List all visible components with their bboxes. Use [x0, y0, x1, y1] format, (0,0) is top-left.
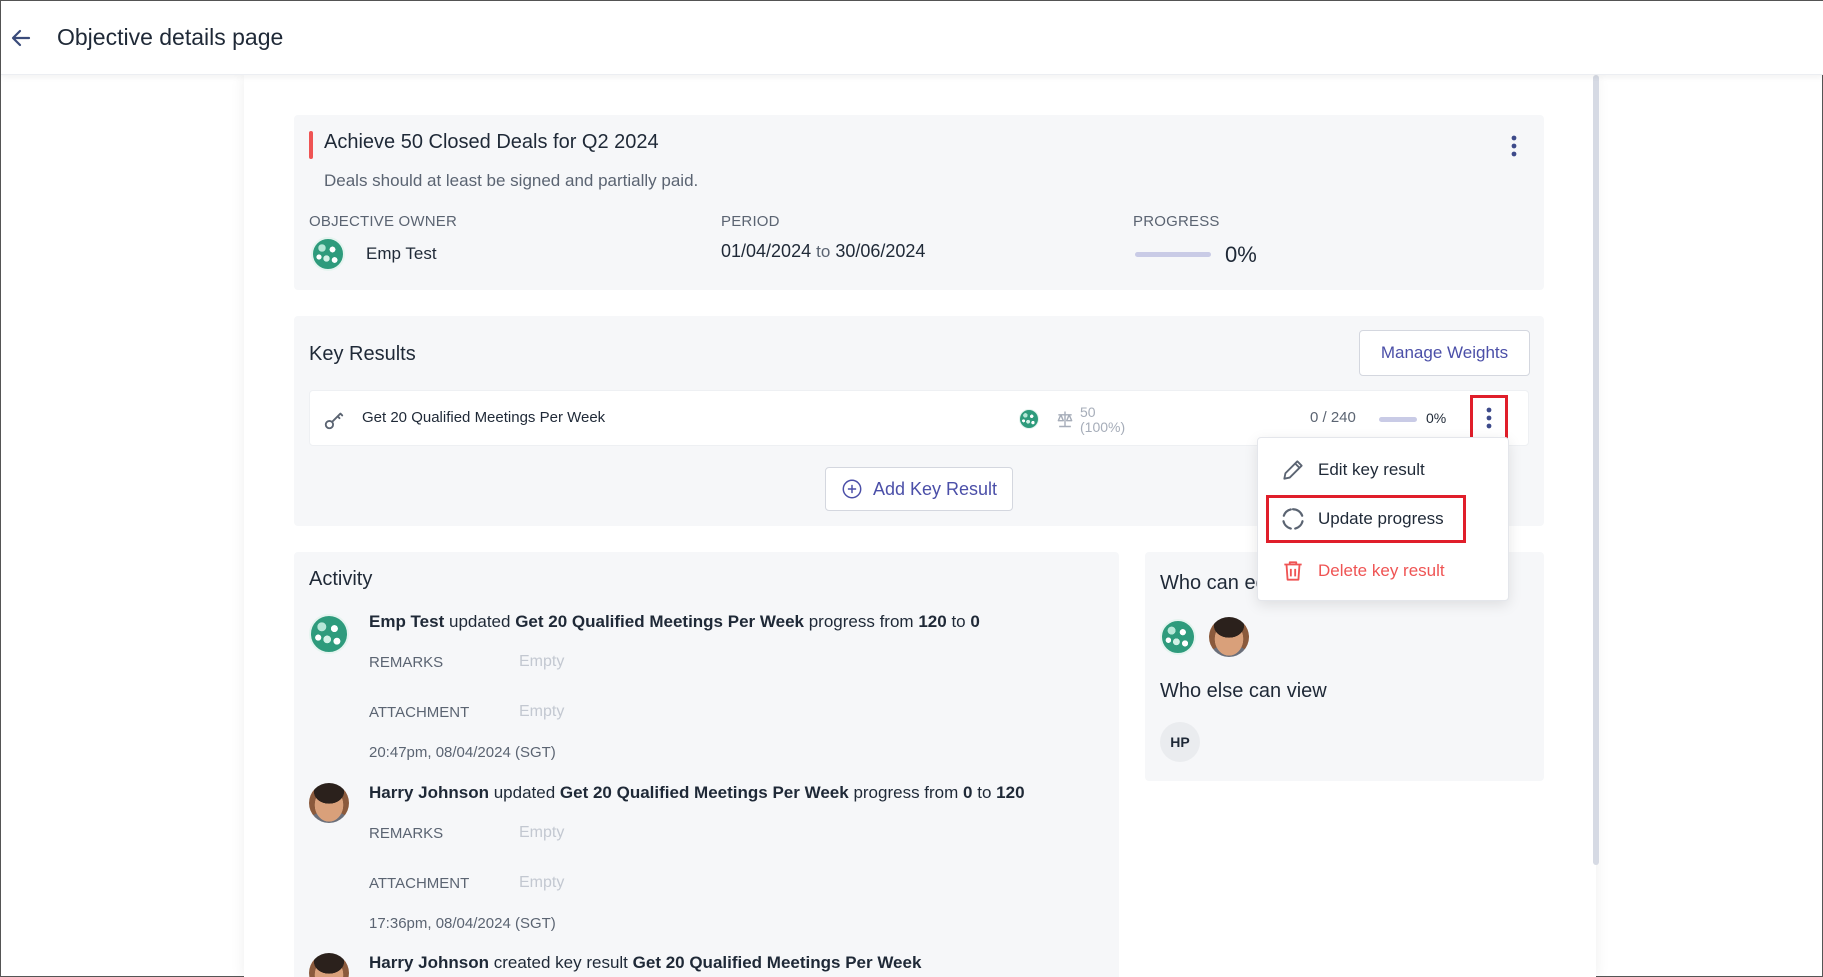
- weight-value: 50: [1080, 404, 1096, 420]
- activity-timestamp: 20:47pm, 08/04/2024 (SGT): [369, 744, 556, 761]
- activity-avatar: [309, 953, 349, 977]
- progress-circle-icon: [1282, 508, 1304, 530]
- activity-to-word: to: [951, 612, 966, 631]
- activity-verb: created key result: [493, 953, 628, 972]
- activity-avatar: [309, 614, 349, 654]
- activity-verb: updated: [449, 612, 511, 631]
- activity-target: Get 20 Qualified Meetings Per Week: [515, 612, 804, 631]
- owner-name: Emp Test: [366, 244, 437, 263]
- progress-label: PROGRESS: [1133, 213, 1220, 230]
- activity-to: 120: [996, 783, 1025, 802]
- arrow-left-icon: [11, 29, 31, 46]
- scrollbar[interactable]: [1593, 75, 1599, 865]
- activity-text: Harry Johnson created key result Get 20 …: [369, 953, 921, 973]
- period-start: 01/04/2024: [721, 241, 812, 261]
- more-vertical-icon: [1486, 407, 1492, 429]
- remarks-label: REMARKS: [369, 654, 444, 671]
- attachment-value: Empty: [519, 874, 565, 891]
- period-label: PERIOD: [721, 213, 780, 230]
- who-else-can-view-heading: Who else can view: [1160, 680, 1327, 702]
- manage-weights-label: Manage Weights: [1380, 343, 1509, 362]
- editor-avatar: [1209, 617, 1249, 657]
- activity-verb: updated: [493, 783, 556, 802]
- weight-percent: (100%): [1080, 419, 1126, 435]
- period-to: to: [816, 242, 831, 261]
- top-bar: Objective details page: [1, 1, 1823, 75]
- remarks-value: Empty: [519, 824, 565, 841]
- editor-avatar: [1160, 619, 1196, 655]
- owner-avatar: [311, 237, 345, 271]
- activity-target: Get 20 Qualified Meetings Per Week: [632, 953, 922, 972]
- trash-icon: [1284, 561, 1302, 581]
- pencil-icon: [1283, 460, 1303, 480]
- activity-to-word: to: [977, 783, 992, 802]
- key-result-count: 0 / 240: [1310, 409, 1356, 426]
- key-icon: [324, 412, 344, 430]
- back-button[interactable]: [3, 20, 39, 56]
- objective-more-button[interactable]: [1502, 131, 1526, 161]
- key-result-progress-value: 0%: [1426, 410, 1447, 426]
- objective-title: Achieve 50 Closed Deals for Q2 2024: [324, 131, 659, 153]
- attachment-value: Empty: [519, 703, 565, 720]
- objective-accent-bar: [309, 131, 313, 159]
- period-range: 01/04/2024 to 30/06/2024: [721, 241, 925, 262]
- objective-progress-bar: [1135, 252, 1211, 257]
- activity-user: Emp Test: [369, 612, 445, 631]
- activity-from: 0: [963, 783, 973, 802]
- key-results-heading: Key Results: [309, 343, 416, 365]
- objective-card: Achieve 50 Closed Deals for Q2 2024 Deal…: [294, 115, 1544, 290]
- key-result-menu: Edit key result Update progress Delete k…: [1257, 437, 1509, 601]
- activity-to: 0: [970, 612, 980, 631]
- activity-user: Harry Johnson: [369, 953, 489, 972]
- activity-avatar: [309, 783, 349, 823]
- scale-icon: [1057, 411, 1073, 428]
- owner-label: OBJECTIVE OWNER: [309, 213, 458, 230]
- add-key-result-button[interactable]: Add Key Result: [825, 467, 1013, 511]
- more-vertical-icon: [1511, 135, 1517, 157]
- activity-user: Harry Johnson: [369, 783, 489, 802]
- activity-mid: progress from: [808, 612, 914, 631]
- key-result-owner-avatar: [1019, 409, 1039, 429]
- key-result-name[interactable]: Get 20 Qualified Meetings Per Week: [362, 409, 605, 426]
- edit-key-result-item[interactable]: Edit key result: [1266, 446, 1502, 494]
- viewer-avatar: HP: [1160, 722, 1200, 762]
- update-progress-item[interactable]: Update progress: [1266, 495, 1466, 543]
- activity-target: Get 20 Qualified Meetings Per Week: [559, 783, 849, 802]
- remarks-value: Empty: [519, 653, 565, 670]
- key-result-progress-bar: [1379, 417, 1417, 422]
- delete-key-result-label: Delete key result: [1318, 561, 1445, 580]
- activity-text: Emp Test updated Get 20 Qualified Meetin…: [369, 612, 980, 632]
- manage-weights-button[interactable]: Manage Weights: [1359, 330, 1530, 376]
- period-end: 30/06/2024: [835, 241, 926, 261]
- plus-circle-icon: [842, 479, 862, 499]
- key-result-more-button[interactable]: [1470, 395, 1508, 441]
- attachment-label: ATTACHMENT: [369, 875, 470, 892]
- activity-card: Activity Emp Test updated Get 20 Qualifi…: [294, 552, 1119, 977]
- objective-progress-value: 0%: [1225, 242, 1257, 267]
- activity-item: Emp Test updated Get 20 Qualified Meetin…: [309, 610, 1109, 770]
- activity-heading: Activity: [309, 568, 373, 590]
- objective-description: Deals should at least be signed and part…: [324, 171, 699, 190]
- activity-item: Harry Johnson updated Get 20 Qualified M…: [309, 781, 1109, 941]
- key-result-weight: 50 (100%): [1080, 405, 1125, 435]
- edit-key-result-label: Edit key result: [1318, 460, 1425, 479]
- update-progress-label: Update progress: [1318, 509, 1444, 528]
- activity-mid: progress from: [853, 783, 959, 802]
- add-key-result-label: Add Key Result: [872, 478, 998, 499]
- delete-key-result-item[interactable]: Delete key result: [1266, 547, 1502, 595]
- activity-from: 120: [918, 612, 947, 631]
- page-title: Objective details page: [57, 24, 284, 50]
- attachment-label: ATTACHMENT: [369, 704, 470, 721]
- activity-timestamp: 17:36pm, 08/04/2024 (SGT): [369, 915, 556, 932]
- remarks-label: REMARKS: [369, 825, 444, 842]
- activity-text: Harry Johnson updated Get 20 Qualified M…: [369, 783, 1025, 803]
- activity-item: Harry Johnson created key result Get 20 …: [309, 951, 1109, 977]
